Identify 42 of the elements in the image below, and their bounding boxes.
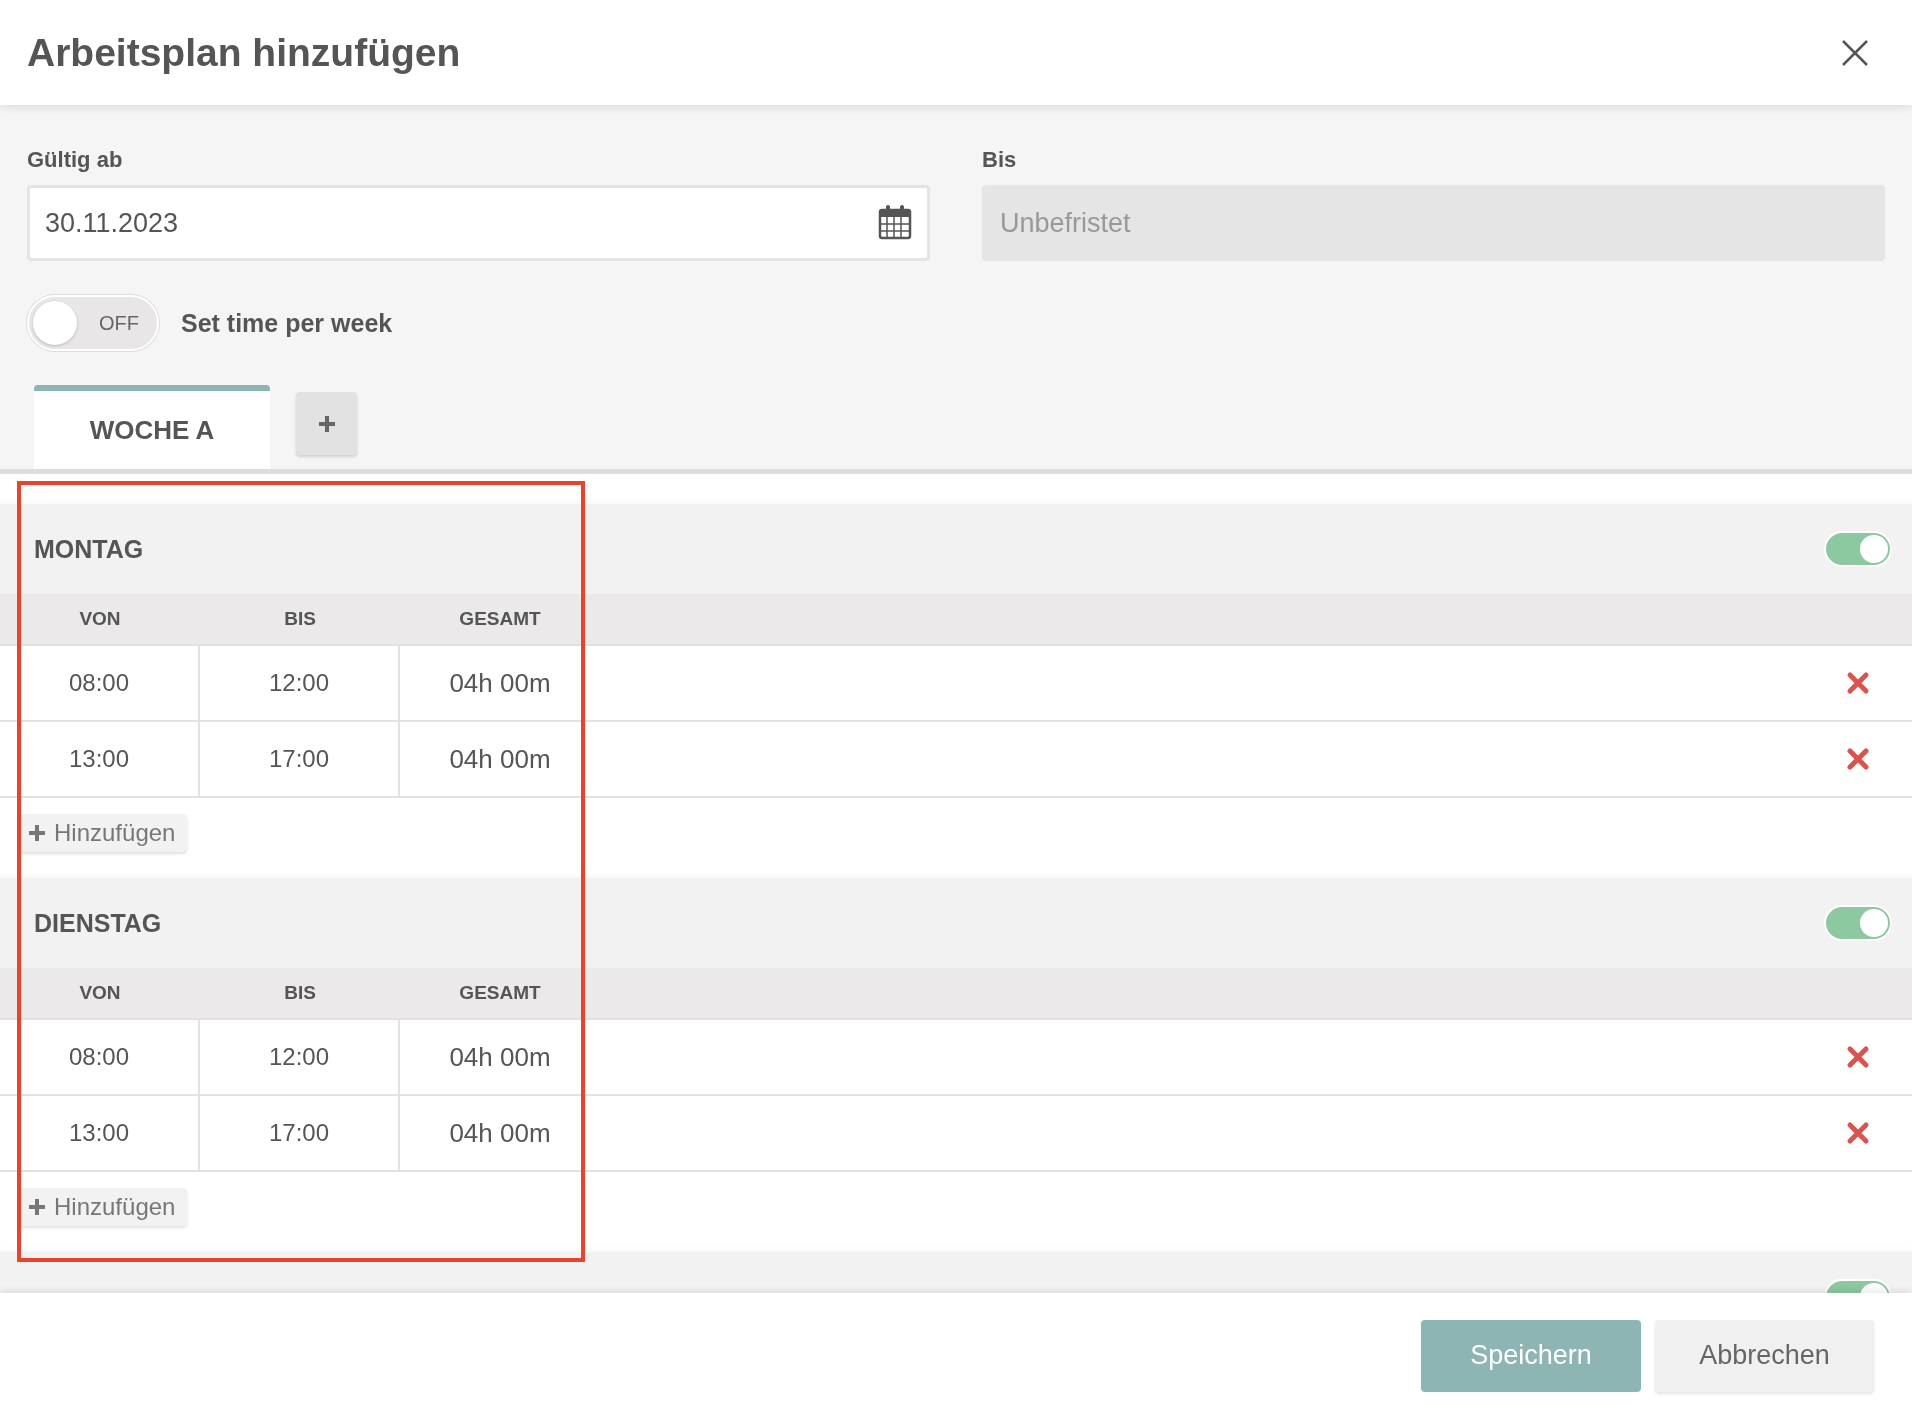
day-name: MONTAG (34, 534, 144, 564)
toggle-switch[interactable]: OFF (27, 295, 159, 351)
delete-icon[interactable] (1846, 671, 1870, 695)
close-icon[interactable] (1840, 37, 1870, 68)
add-button[interactable]: Hinzufügen (20, 1188, 188, 1226)
table-cell-text: 04h 00m (448, 666, 552, 700)
column-header: BIS (283, 982, 317, 1004)
column-header: VON (78, 982, 122, 1004)
table-cell-text: 04h 00m (448, 1040, 552, 1074)
add-tab-button[interactable] (296, 392, 357, 455)
day-name: DIENSTAG (34, 908, 162, 938)
field-label: Gültig ab (27, 147, 124, 173)
day-toggle[interactable] (1824, 905, 1892, 941)
add-button[interactable]: Hinzufügen (20, 814, 188, 852)
calendar-icon (878, 204, 912, 240)
cancel-button[interactable]: Abbrechen (1655, 1319, 1874, 1392)
field-label: Bis (982, 147, 1018, 173)
column-header: BIS (283, 608, 317, 630)
toggle-label: Set time per week (181, 308, 393, 338)
plus-icon (316, 413, 337, 434)
delete-icon[interactable] (1846, 1045, 1870, 1069)
table-cell: 13:00 (0, 722, 200, 796)
delete-icon[interactable] (1846, 1121, 1870, 1145)
table-cell: 17:00 (200, 1096, 400, 1170)
column-header: GESAMT (458, 608, 542, 630)
plus-icon (28, 824, 46, 842)
table-cell: 12:00 (200, 646, 400, 720)
date-field[interactable]: 30.11.2023 (27, 185, 930, 261)
table-cell-text: 04h 00m (448, 1116, 552, 1150)
column-header: GESAMT (458, 982, 542, 1004)
table-cell: 08:00 (0, 1020, 200, 1094)
dialog-title: Arbeitsplan hinzufügen (27, 30, 461, 75)
table-cell-text: 04h 00m (448, 742, 552, 776)
delete-icon[interactable] (1846, 747, 1870, 771)
day-toggle[interactable] (1824, 531, 1892, 567)
table-cell: 12:00 (200, 1020, 400, 1094)
table-cell: 08:00 (0, 646, 200, 720)
week-tab[interactable]: WOCHE A (34, 385, 270, 469)
table-cell: 13:00 (0, 1096, 200, 1170)
table-cell: 17:00 (200, 722, 400, 796)
column-header: VON (78, 608, 122, 630)
plus-icon (28, 1198, 46, 1216)
